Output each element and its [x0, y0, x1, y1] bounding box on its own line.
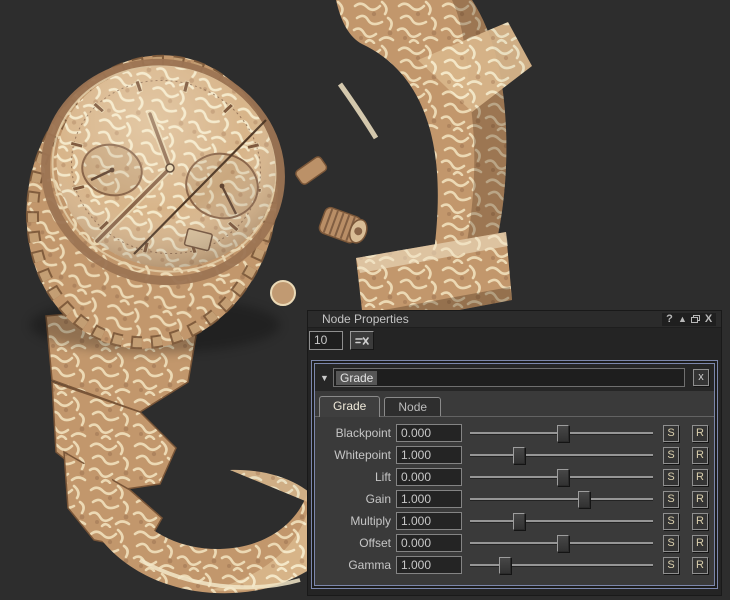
knob-row-offset: Offset 0.000 S R — [319, 532, 708, 554]
lift-reset-button[interactable]: R — [692, 469, 708, 486]
window-controls: ? ▲ X — [662, 313, 716, 326]
node-name: Grade — [336, 371, 377, 385]
clear-panels-button[interactable] — [350, 331, 374, 350]
blackpoint-reset-button[interactable]: R — [692, 425, 708, 442]
gain-slider[interactable] — [470, 490, 653, 508]
max-panels-field[interactable]: 10 — [309, 331, 343, 350]
blackpoint-value-field[interactable]: 0.000 — [396, 424, 462, 442]
gamma-slider[interactable] — [470, 556, 653, 574]
lift-set-button[interactable]: S — [663, 469, 679, 486]
slider-handle[interactable] — [499, 557, 511, 574]
knob-row-gamma: Gamma 1.000 S R — [319, 554, 708, 576]
knob-row-multiply: Multiply 1.000 S R — [319, 510, 708, 532]
slider-handle[interactable] — [513, 447, 525, 464]
offset-set-button[interactable]: S — [663, 535, 679, 552]
panel-toolbar: 10 — [308, 328, 721, 354]
offset-value-field[interactable]: 0.000 — [396, 534, 462, 552]
knob-label: Multiply — [319, 514, 396, 528]
node-properties-window: Node Properties ? ▲ X 10 ▼ G — [307, 310, 722, 596]
slider-handle[interactable] — [513, 513, 525, 530]
slider-track — [470, 564, 653, 567]
slider-handle[interactable] — [557, 425, 569, 442]
knob-row-gain: Gain 1.000 S R — [319, 488, 708, 510]
gamma-reset-button[interactable]: R — [692, 557, 708, 574]
float-icon[interactable] — [689, 313, 702, 326]
whitepoint-slider[interactable] — [470, 446, 653, 464]
knob-row-lift: Lift 0.000 S R — [319, 466, 708, 488]
whitepoint-reset-button[interactable]: R — [692, 447, 708, 464]
slider-track — [470, 454, 653, 457]
slider-track — [470, 520, 653, 523]
multiply-slider[interactable] — [470, 512, 653, 530]
knob-label: Gain — [319, 492, 396, 506]
slider-handle[interactable] — [557, 535, 569, 552]
knob-row-blackpoint: Blackpoint 0.000 S R — [319, 422, 708, 444]
whitepoint-value-field[interactable]: 1.000 — [396, 446, 462, 464]
tab-row: Grade Node — [315, 391, 714, 417]
offset-slider[interactable] — [470, 534, 653, 552]
slider-handle[interactable] — [578, 491, 590, 508]
tab-node[interactable]: Node — [384, 397, 441, 416]
gain-reset-button[interactable]: R — [692, 491, 708, 508]
knob-label: Whitepoint — [319, 448, 396, 462]
help-icon[interactable]: ? — [663, 313, 676, 326]
gamma-set-button[interactable]: S — [663, 557, 679, 574]
collapse-icon[interactable]: ▲ — [676, 313, 689, 326]
slider-handle[interactable] — [557, 469, 569, 486]
blackpoint-slider[interactable] — [470, 424, 653, 442]
multiply-value-field[interactable]: 1.000 — [396, 512, 462, 530]
lift-value-field[interactable]: 0.000 — [396, 468, 462, 486]
clear-panels-icon — [355, 336, 369, 346]
multiply-reset-button[interactable]: R — [692, 513, 708, 530]
close-icon[interactable]: X — [702, 313, 715, 326]
offset-reset-button[interactable]: R — [692, 535, 708, 552]
multiply-set-button[interactable]: S — [663, 513, 679, 530]
slider-track — [470, 498, 653, 501]
whitepoint-set-button[interactable]: S — [663, 447, 679, 464]
panel-close-button[interactable]: x — [693, 369, 709, 386]
disclosure-triangle-icon[interactable]: ▼ — [320, 373, 333, 383]
grade-node-panel: ▼ Grade x Grade Node Blackpoint 0.000 — [311, 360, 718, 589]
node-name-field[interactable]: Grade — [333, 368, 685, 387]
knob-label: Offset — [319, 536, 396, 550]
node-header: ▼ Grade x — [315, 364, 714, 391]
knob-rows: Blackpoint 0.000 S R Whitepoint 1.000 — [315, 417, 714, 585]
titlebar[interactable]: Node Properties ? ▲ X — [308, 311, 721, 328]
window-title: Node Properties — [322, 311, 409, 327]
knob-label: Gamma — [319, 558, 396, 572]
knob-label: Lift — [319, 470, 396, 484]
watch-pusher-knob — [271, 281, 295, 305]
gamma-value-field[interactable]: 1.000 — [396, 556, 462, 574]
tab-grade[interactable]: Grade — [319, 396, 380, 417]
gain-set-button[interactable]: S — [663, 491, 679, 508]
lift-slider[interactable] — [470, 468, 653, 486]
knob-label: Blackpoint — [319, 426, 396, 440]
gain-value-field[interactable]: 1.000 — [396, 490, 462, 508]
knob-row-whitepoint: Whitepoint 1.000 S R — [319, 444, 708, 466]
blackpoint-set-button[interactable]: S — [663, 425, 679, 442]
